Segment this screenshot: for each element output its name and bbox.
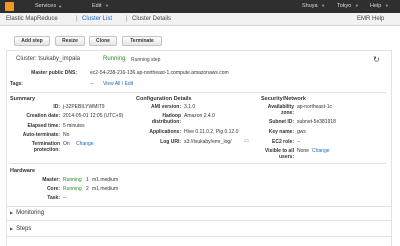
help-label: Help: [370, 3, 382, 9]
ec2-role-label: EC2 role:: [272, 139, 294, 145]
divider: [10, 92, 386, 93]
hadoop-value: Amazon 2.4.0: [184, 113, 215, 119]
cluster-details-panel: [6, 50, 392, 246]
divider: [10, 163, 386, 164]
configuration-heading: Configuration Details: [136, 96, 192, 102]
availability-zone-value: ap-northeast-1c: [297, 104, 333, 110]
emr-help-link[interactable]: EMR Help: [357, 16, 384, 22]
monitoring-label: Monitoring: [16, 210, 45, 216]
master-node-type: m1.medium: [92, 177, 119, 183]
applications-label: Applications:: [149, 129, 181, 135]
creation-date-value: 2014-05-01 12:05 (UTC+9): [63, 113, 124, 119]
id-label: ID:: [53, 104, 60, 110]
task-node-label: Task:: [47, 195, 60, 201]
master-node-count: 1: [86, 177, 89, 183]
steps-section-toggle[interactable]: ▶ Steps: [10, 226, 31, 232]
termination-label-2: protection:: [33, 147, 60, 153]
core-node-status: Running: [63, 186, 82, 192]
terminate-button[interactable]: Terminate: [122, 36, 162, 46]
region-label: Tokyo: [337, 3, 352, 9]
tags-value: --: [90, 81, 94, 87]
elapsed-time-label: Elapsed time:: [27, 123, 60, 129]
cluster-details-crumb: Cluster Details: [132, 16, 172, 22]
monitoring-section-toggle[interactable]: ▶ Monitoring: [10, 210, 44, 216]
key-name-value: gws: [297, 129, 306, 135]
region-menu[interactable]: Tokyo ▼: [337, 3, 359, 9]
log-uri-label: Log URI:: [160, 139, 181, 145]
cluster-list-link[interactable]: Cluster List: [82, 16, 112, 22]
task-node-value: --: [63, 195, 67, 201]
steps-label: Steps: [16, 226, 32, 232]
core-node-type: m1.medium: [92, 186, 119, 192]
cluster-status: Running: [103, 56, 126, 62]
edit-menu[interactable]: Edit ▼: [92, 3, 109, 9]
cluster-title: Cluster: tsukaby_impala: [16, 56, 81, 62]
chevron-down-icon: ▼: [384, 3, 389, 8]
availability-zone-label-2: zone:: [280, 110, 294, 116]
termination-change-link[interactable]: Change: [76, 141, 94, 147]
visible-to-all-label-2: users:: [278, 154, 294, 160]
clone-button[interactable]: Clone: [89, 36, 117, 46]
divider: [6, 220, 392, 221]
ami-version-label: AMI version:: [150, 104, 181, 110]
log-uri-value: s3://tsukaby/emr_log/: [184, 139, 232, 145]
services-menu[interactable]: Services ▼: [35, 3, 62, 9]
aws-logo-icon[interactable]: [5, 2, 14, 11]
edit-label: Edit: [92, 3, 102, 9]
user-label: Shuya: [302, 3, 318, 9]
core-node-count: 2: [86, 186, 89, 192]
breadcrumb: Elastic MapReduce | Cluster List | Clust…: [0, 13, 400, 26]
breadcrumb-separator: |: [126, 16, 128, 22]
caret-right-icon: ▶: [10, 210, 14, 215]
add-step-button[interactable]: Add step: [14, 36, 50, 46]
chevron-down-icon: ▼: [321, 3, 326, 8]
resize-button[interactable]: Resize: [55, 36, 85, 46]
hadoop-label-2: distribution:: [151, 119, 181, 125]
divider: [6, 236, 392, 237]
caret-right-icon: ▶: [10, 226, 14, 231]
master-node-label: Master:: [42, 177, 60, 183]
master-node-status: Running: [63, 177, 82, 183]
auto-terminate-value: No: [63, 132, 70, 138]
visible-to-all-value: None: [297, 148, 309, 154]
tags-view-edit-link[interactable]: View All / Edit: [103, 81, 133, 87]
summary-heading: Summary: [10, 96, 36, 102]
aws-top-bar: Services ▼ Edit ▼ Shuya ▼ Tokyo ▼ Help ▼: [0, 0, 400, 13]
hardware-heading: Hardware: [10, 168, 36, 174]
core-node-label: Core:: [46, 186, 60, 192]
visible-change-link[interactable]: Change: [312, 148, 330, 154]
creation-date-label: Creation date:: [26, 113, 60, 119]
help-menu[interactable]: Help ▼: [370, 3, 389, 9]
chevron-down-icon: ▼: [105, 3, 109, 8]
termination-value: On: [63, 141, 70, 147]
elapsed-time-value: 5 minutes: [63, 123, 85, 129]
ec2-role-value: --: [297, 139, 301, 145]
master-dns-value: ec2-54-238-216-136.ap-northeast-1.comput…: [90, 70, 229, 76]
subnet-id-value: subnet-5e381918: [297, 119, 336, 125]
chevron-down-icon: ▼: [58, 3, 63, 9]
service-name[interactable]: Elastic MapReduce: [6, 16, 58, 22]
master-dns-label: Master public DNS:: [31, 70, 77, 76]
divider: [6, 206, 392, 207]
subnet-id-label: Subnet ID:: [269, 119, 294, 125]
tags-label: Tags:: [10, 81, 23, 87]
refresh-icon[interactable]: ↻: [373, 55, 380, 64]
key-name-label: Key name:: [268, 129, 294, 135]
security-heading: Security/Network: [261, 96, 306, 102]
user-menu[interactable]: Shuya ▼: [302, 3, 325, 9]
services-label: Services: [35, 3, 57, 9]
id-value: j-32PEBILYWMIT9: [63, 104, 105, 110]
auto-terminate-label: Auto-terminate:: [22, 132, 60, 138]
cluster-status-detail: Running step: [131, 57, 161, 63]
folder-icon[interactable]: ▭: [244, 138, 249, 144]
applications-value: Hive 0.11.0.2, Pig 0.12.0: [184, 129, 239, 135]
chevron-down-icon: ▼: [354, 3, 359, 8]
ami-version-value: 3.1.0: [184, 104, 196, 110]
breadcrumb-separator: |: [76, 16, 78, 22]
